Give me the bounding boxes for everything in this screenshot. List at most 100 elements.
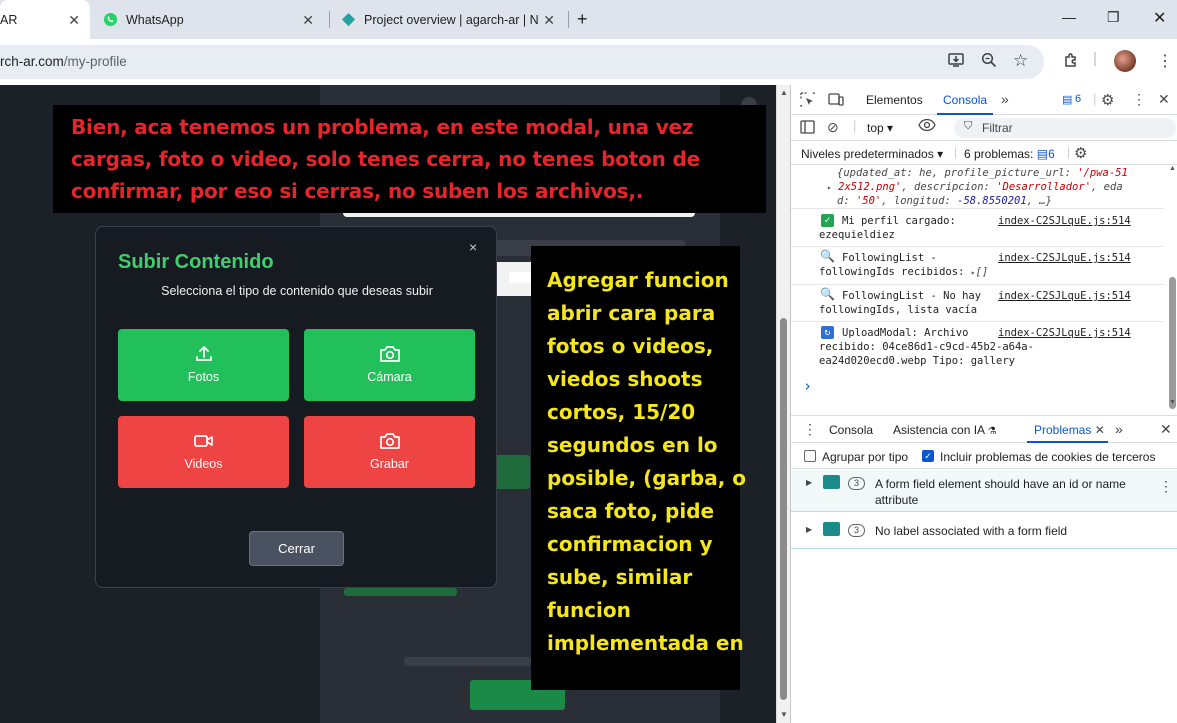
filter-input[interactable]: ⛉ Filtrar — [954, 118, 1176, 138]
issue-row[interactable]: ▶ 3 A form field element should have an … — [791, 470, 1177, 512]
clear-console-icon[interactable]: ⊘ — [827, 119, 839, 136]
object-text: d: — [837, 195, 856, 207]
third-party-label: Incluir problemas de cookies de terceros — [940, 450, 1156, 464]
upload-icon — [118, 344, 289, 364]
issues-message-icon[interactable]: ▤ — [1062, 93, 1072, 106]
settings-gear-icon[interactable]: ⚙ — [1101, 91, 1114, 109]
console-levels-bar: Niveles predeterminados ▾ | 6 problemas:… — [791, 141, 1177, 165]
address-bar[interactable]: rch-ar.com/my-profile ☆ — [0, 45, 1044, 79]
restore-icon[interactable]: ❐ — [1107, 9, 1120, 26]
refresh-icon: ↻ — [821, 326, 834, 339]
issue-row[interactable]: ▶ 3 No label associated with a form fiel… — [791, 513, 1177, 549]
scroll-up-icon[interactable]: ▲ — [780, 88, 788, 97]
close-devtools-icon[interactable]: ✕ — [1158, 91, 1170, 108]
drawer-tab-problems[interactable]: Problemas ✕ — [1034, 423, 1105, 437]
log-levels-select[interactable]: Niveles predeterminados ▾ — [801, 147, 943, 161]
console-toolbar: ⊘ | top ▾ ⛉ Filtrar — [791, 115, 1177, 141]
close-window-icon[interactable]: ✕ — [1153, 8, 1166, 28]
divider: | — [1067, 145, 1071, 159]
scroll-thumb[interactable] — [1169, 277, 1176, 409]
close-icon[interactable]: ✕ — [68, 12, 80, 29]
drawer-menu-icon[interactable]: ⋮ — [803, 421, 817, 438]
context-select[interactable]: top ▾ — [867, 121, 893, 135]
device-toolbar-icon[interactable] — [828, 92, 844, 110]
zoom-icon[interactable] — [981, 52, 997, 72]
url-path: /my-profile — [63, 54, 127, 69]
close-button[interactable]: Cerrar — [249, 531, 344, 566]
issue-message-icon — [823, 475, 840, 489]
console-message[interactable]: ↻ UploadModal: Archivo recibido: 04ce86d… — [791, 323, 1164, 373]
object-text: 2x512.png' — [838, 181, 902, 193]
eye-icon[interactable] — [918, 118, 936, 135]
console-object-entry[interactable]: {updated_at: he, profile_picture_url: '/… — [791, 165, 1164, 209]
bookmark-star-icon[interactable]: ☆ — [1013, 51, 1028, 71]
console-message[interactable]: 🔍 FollowingList - No hay followingIds, l… — [791, 286, 1164, 322]
tab-title: AR — [0, 12, 18, 27]
avatar[interactable] — [1114, 50, 1136, 72]
expand-arrow-icon[interactable]: ▶ — [806, 525, 812, 534]
record-button[interactable]: Grabar — [304, 416, 475, 488]
source-link[interactable]: index-C2SJLquE.js:514 — [998, 327, 1131, 339]
console-message[interactable]: ✓ Mi perfil cargado: ezequieldiez index-… — [791, 211, 1164, 247]
third-party-checkbox[interactable]: ✓ — [922, 450, 934, 462]
expand-arrow-icon[interactable]: ▸ — [827, 183, 832, 192]
modal-title: Subir Contenido — [118, 251, 274, 273]
message-text: FollowingList - — [842, 252, 937, 264]
expand-arrow-icon[interactable]: ▶ — [806, 478, 812, 487]
tab-console[interactable]: Consola — [943, 93, 987, 107]
close-icon[interactable]: ✕ — [1095, 423, 1105, 437]
background-element — [404, 657, 531, 666]
videos-label: Videos — [184, 457, 223, 471]
extensions-icon[interactable] — [1063, 52, 1080, 73]
issues-count[interactable]: 6 — [1075, 93, 1081, 105]
close-icon[interactable]: ✕ — [543, 12, 555, 29]
tab-current[interactable]: AR ✕ — [0, 0, 90, 39]
issue-menu-icon[interactable]: ⋮ — [1159, 478, 1173, 495]
tab-elements[interactable]: Elementos — [866, 93, 923, 107]
scroll-up-icon[interactable]: ▲ — [1169, 165, 1176, 172]
drawer-tab-ai-assistance[interactable]: Asistencia con IA ⚗ — [893, 423, 997, 437]
tab-project-overview[interactable]: Project overview | agarch-ar | N ✕ — [340, 0, 565, 39]
issue-text: attribute — [875, 493, 919, 507]
source-link[interactable]: index-C2SJLquE.js:514 — [998, 252, 1131, 264]
close-icon[interactable]: × — [469, 239, 477, 255]
console-prompt[interactable]: › — [803, 377, 812, 395]
more-tabs-icon[interactable]: » — [1115, 421, 1123, 437]
scroll-thumb[interactable] — [780, 318, 787, 700]
message-text: FollowingList - No hay — [842, 290, 982, 302]
tab-divider — [329, 11, 330, 28]
more-tabs-icon[interactable]: » — [1001, 91, 1009, 107]
photos-button[interactable]: Fotos — [118, 329, 289, 401]
console-message[interactable]: 🔍 FollowingList - followingIds recibidos… — [791, 248, 1164, 285]
inspect-icon[interactable] — [800, 92, 815, 110]
annotation-line: saca foto, pide — [547, 499, 715, 523]
scroll-down-icon[interactable]: ▼ — [780, 710, 788, 719]
close-icon[interactable]: ✕ — [302, 12, 314, 29]
issue-text: A form field element should have an id o… — [875, 477, 1126, 491]
tab-whatsapp[interactable]: WhatsApp ✕ — [102, 0, 324, 39]
problems-counter[interactable]: 6 problemas: ▤6 — [964, 147, 1055, 161]
drawer-tab-console[interactable]: Consola — [829, 423, 873, 437]
object-text: 'Desarrollador' — [996, 181, 1092, 193]
more-options-icon[interactable]: ⋮ — [1132, 91, 1146, 108]
check-icon: ✓ — [821, 214, 834, 227]
minimize-icon[interactable]: — — [1062, 9, 1076, 25]
console-settings-gear-icon[interactable]: ⚙ — [1074, 144, 1087, 162]
source-link[interactable]: index-C2SJLquE.js:514 — [998, 215, 1131, 227]
close-drawer-icon[interactable]: ✕ — [1160, 421, 1172, 438]
install-app-icon[interactable] — [948, 52, 965, 72]
menu-dots-icon[interactable]: ⋮ — [1157, 51, 1173, 71]
issue-count: 3 — [848, 524, 865, 537]
scroll-down-icon[interactable]: ▼ — [1169, 399, 1176, 406]
annotation-line: abrir cara para — [547, 301, 716, 325]
videos-button[interactable]: Videos — [118, 416, 289, 488]
annotation-line: funcion — [547, 598, 631, 622]
sidebar-toggle-icon[interactable] — [800, 120, 815, 137]
page-scrollbar[interactable]: ▲ ▼ — [776, 85, 790, 723]
magnifier-icon: 🔍 — [820, 249, 835, 263]
group-by-type-checkbox[interactable] — [804, 450, 816, 462]
source-link[interactable]: index-C2SJLquE.js:514 — [998, 290, 1131, 302]
camera-button[interactable]: Cámara — [304, 329, 475, 401]
new-tab-button[interactable]: + — [577, 0, 597, 39]
annotation-line: cargas, foto o video, solo tenes cerra, … — [71, 147, 700, 171]
